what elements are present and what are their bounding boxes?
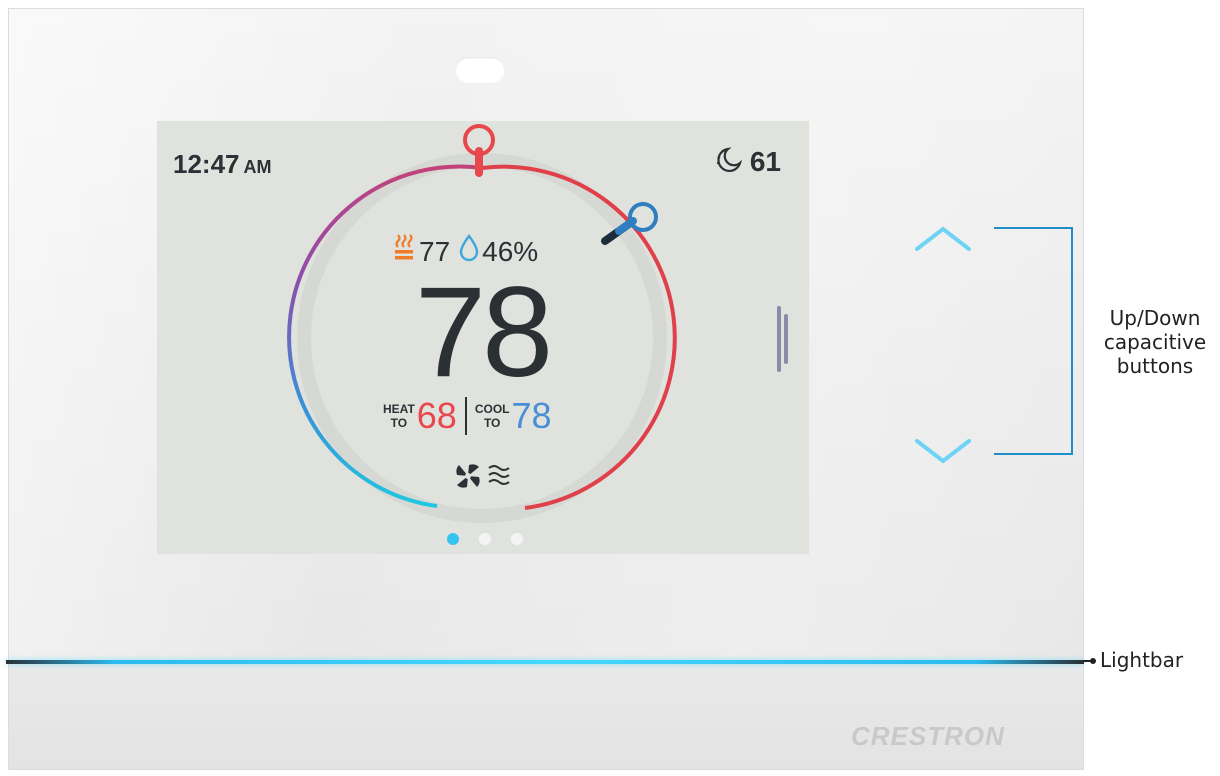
fan-speed-icon[interactable] [487, 461, 511, 495]
setpoints[interactable]: HEAT TO 68 COOL TO 78 [383, 397, 552, 435]
buttons-annotation: Up/Down capacitive buttons [1103, 306, 1207, 378]
heat-to-text: TO [390, 416, 408, 430]
lightbar-pointer [1084, 658, 1096, 664]
side-panel-handle[interactable] [776, 306, 788, 372]
chevron-down-icon [915, 439, 971, 464]
page-dot-active[interactable] [447, 533, 459, 545]
up-button[interactable] [913, 223, 973, 255]
heat-to-label: HEAT TO [383, 402, 415, 430]
current-temperature: 78 [414, 261, 553, 404]
lightbar [6, 660, 1084, 664]
page-indicator [447, 533, 543, 545]
device-lower-panel [9, 664, 1083, 769]
down-button[interactable] [913, 435, 973, 467]
crestron-logo: CRESTRON [851, 721, 1005, 751]
touchscreen[interactable]: 12:47 AM 61 77 46% 78 HEAT TO 68 COOL TO… [157, 121, 809, 554]
chevron-up-icon [915, 226, 971, 251]
cool-to-label: COOL TO [475, 402, 510, 430]
proximity-sensor [455, 57, 505, 83]
lightbar-annotation: Lightbar [1100, 648, 1184, 672]
moon-icon [714, 145, 744, 179]
page-dot[interactable] [511, 533, 523, 545]
heat-setpoint-value[interactable]: 68 [417, 398, 457, 434]
setpoint-divider [464, 397, 467, 435]
clock-ampm: AM [243, 157, 272, 177]
cool-to-text: TO [483, 416, 501, 430]
buttons-bracket [994, 227, 1073, 455]
heat-label: HEAT [383, 402, 415, 416]
heat-icon [393, 233, 415, 270]
cool-label: COOL [474, 402, 510, 416]
fan-icon[interactable] [453, 461, 483, 495]
clock-time: 12:47 [173, 149, 240, 179]
page-dot[interactable] [479, 533, 491, 545]
clock: 12:47 AM [173, 149, 272, 180]
outdoor-weather: 61 [714, 145, 781, 179]
cool-setpoint-value[interactable]: 78 [512, 398, 552, 434]
outdoor-temperature: 61 [749, 146, 781, 177]
fan-controls[interactable] [453, 461, 511, 495]
